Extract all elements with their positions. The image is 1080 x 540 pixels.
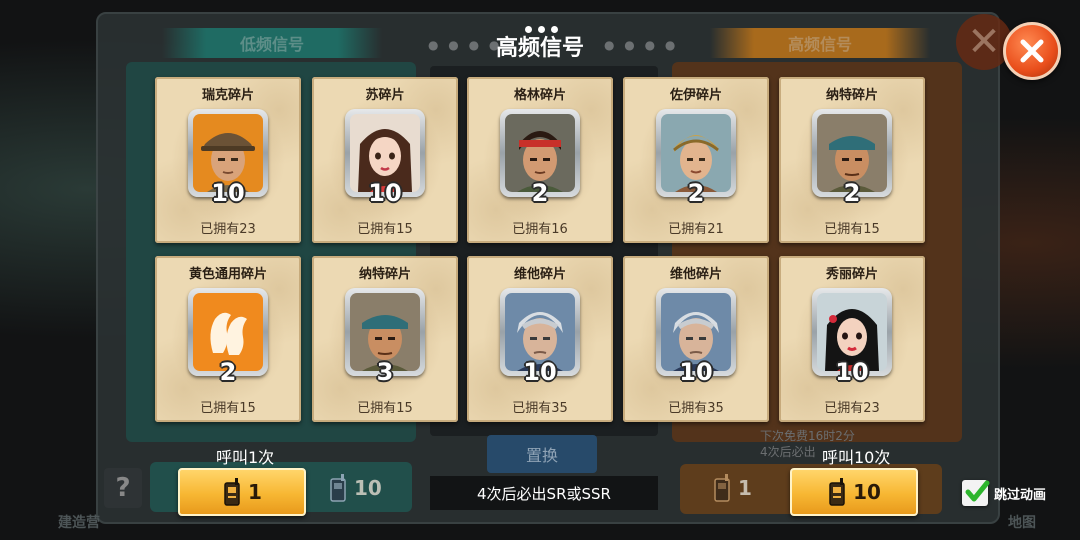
owned-count: 已拥有21 — [668, 222, 724, 237]
shard-count: 2 — [219, 358, 237, 386]
owned-count: 已拥有15 — [824, 222, 880, 237]
card-portrait: 10 — [188, 109, 268, 207]
background-cost-ten-value: 10 — [354, 476, 382, 500]
card-name: 维他碎片 — [669, 267, 722, 282]
reward-card[interactable]: 维他碎片 10 已拥有35 — [467, 256, 613, 422]
reward-card[interactable]: 瑞克碎片 10 已拥有23 — [155, 77, 301, 243]
reward-card[interactable]: 格林碎片 2 已拥有16 — [467, 77, 613, 243]
skip-animation-label: 跳过动画 — [994, 487, 1047, 503]
shard-count: 10 — [679, 358, 713, 386]
owned-count: 已拥有35 — [512, 401, 568, 416]
reward-card[interactable]: 苏碎片 10 已拥有15 — [312, 77, 458, 243]
card-name: 格林碎片 — [513, 88, 566, 103]
swap-button[interactable]: 置换 — [487, 435, 597, 473]
low-frequency-tab: 低频信号 — [162, 28, 382, 58]
close-button[interactable] — [1003, 22, 1061, 80]
build-camp-label: 建造营 — [58, 515, 100, 531]
owned-count: 已拥有15 — [357, 401, 413, 416]
shard-count: 10 — [835, 358, 869, 386]
card-name: 秀丽碎片 — [825, 267, 878, 282]
call-once-button[interactable]: 1 — [178, 468, 306, 516]
skip-animation-toggle[interactable]: 跳过动画 — [962, 480, 1046, 506]
map-label: 地图 — [1008, 515, 1036, 531]
card-name: 维他碎片 — [513, 267, 566, 282]
shard-count: 10 — [523, 358, 557, 386]
card-portrait: 10 — [656, 288, 736, 386]
call-ten-cost: 10 — [853, 480, 881, 504]
reward-card[interactable]: 秀丽碎片 10 已拥有23 — [779, 256, 925, 422]
page-title: 高频信号 — [495, 36, 584, 61]
background-cost-one-value: 1 — [738, 476, 752, 500]
walkie-talkie-icon — [714, 474, 730, 502]
card-portrait: 10 — [812, 288, 892, 386]
card-name: 纳特碎片 — [358, 267, 411, 282]
reward-card[interactable]: 维他碎片 10 已拥有35 — [623, 256, 769, 422]
skip-animation-checkbox[interactable] — [962, 480, 990, 506]
card-name: 佐伊碎片 — [669, 88, 722, 103]
card-portrait: 10 — [345, 109, 425, 207]
card-portrait: 2 — [500, 109, 580, 207]
card-name: 纳特碎片 — [825, 88, 878, 103]
reward-card[interactable]: 纳特碎片 2 已拥有15 — [779, 77, 925, 243]
owned-count: 已拥有23 — [200, 222, 256, 237]
card-portrait: 3 — [345, 288, 425, 386]
shard-count: 3 — [376, 358, 394, 386]
free-timer-line1: 下次免费16时2分 — [760, 429, 855, 443]
shard-count: 10 — [368, 179, 402, 207]
owned-count: 已拥有15 — [200, 401, 256, 416]
card-portrait: 2 — [656, 109, 736, 207]
call-ten-button[interactable]: 10 — [790, 468, 918, 516]
close-icon — [1020, 39, 1044, 63]
high-frequency-tab: 高频信号 — [710, 28, 930, 58]
reward-card[interactable]: 佐伊碎片 2 已拥有21 — [623, 77, 769, 243]
card-portrait: 2 — [188, 288, 268, 386]
card-portrait: 10 — [500, 288, 580, 386]
shard-count: 2 — [687, 179, 705, 207]
card-name: 苏碎片 — [365, 88, 405, 103]
owned-count: 已拥有16 — [512, 222, 568, 237]
call-once-label: 呼叫1次 — [216, 448, 275, 467]
walkie-talkie-icon — [829, 478, 845, 506]
call-once-cost: 1 — [248, 480, 262, 504]
card-name: 瑞克碎片 — [201, 88, 254, 103]
walkie-talkie-icon — [224, 478, 240, 506]
background-cost-ten: 10 — [328, 474, 382, 502]
owned-count: 已拥有23 — [824, 401, 880, 416]
background-cost-one: 1 — [712, 474, 752, 502]
shard-count: 2 — [531, 179, 549, 207]
help-button[interactable]: ? — [104, 468, 142, 508]
reward-card[interactable]: 纳特碎片 3 已拥有15 — [312, 256, 458, 422]
guarantee-text: 4次后必出SR或SSR — [430, 476, 658, 510]
card-portrait: 2 — [812, 109, 892, 207]
owned-count: 已拥有35 — [668, 401, 724, 416]
shard-count: 10 — [211, 179, 245, 207]
reward-card[interactable]: 黄色通用碎片 2 已拥有15 — [155, 256, 301, 422]
checkmark-icon — [965, 480, 990, 502]
call-ten-label: 呼叫10次 — [822, 448, 891, 467]
walkie-talkie-icon — [330, 474, 346, 502]
shard-count: 2 — [843, 179, 861, 207]
owned-count: 已拥有15 — [357, 222, 413, 237]
card-name: 黄色通用碎片 — [188, 267, 267, 282]
